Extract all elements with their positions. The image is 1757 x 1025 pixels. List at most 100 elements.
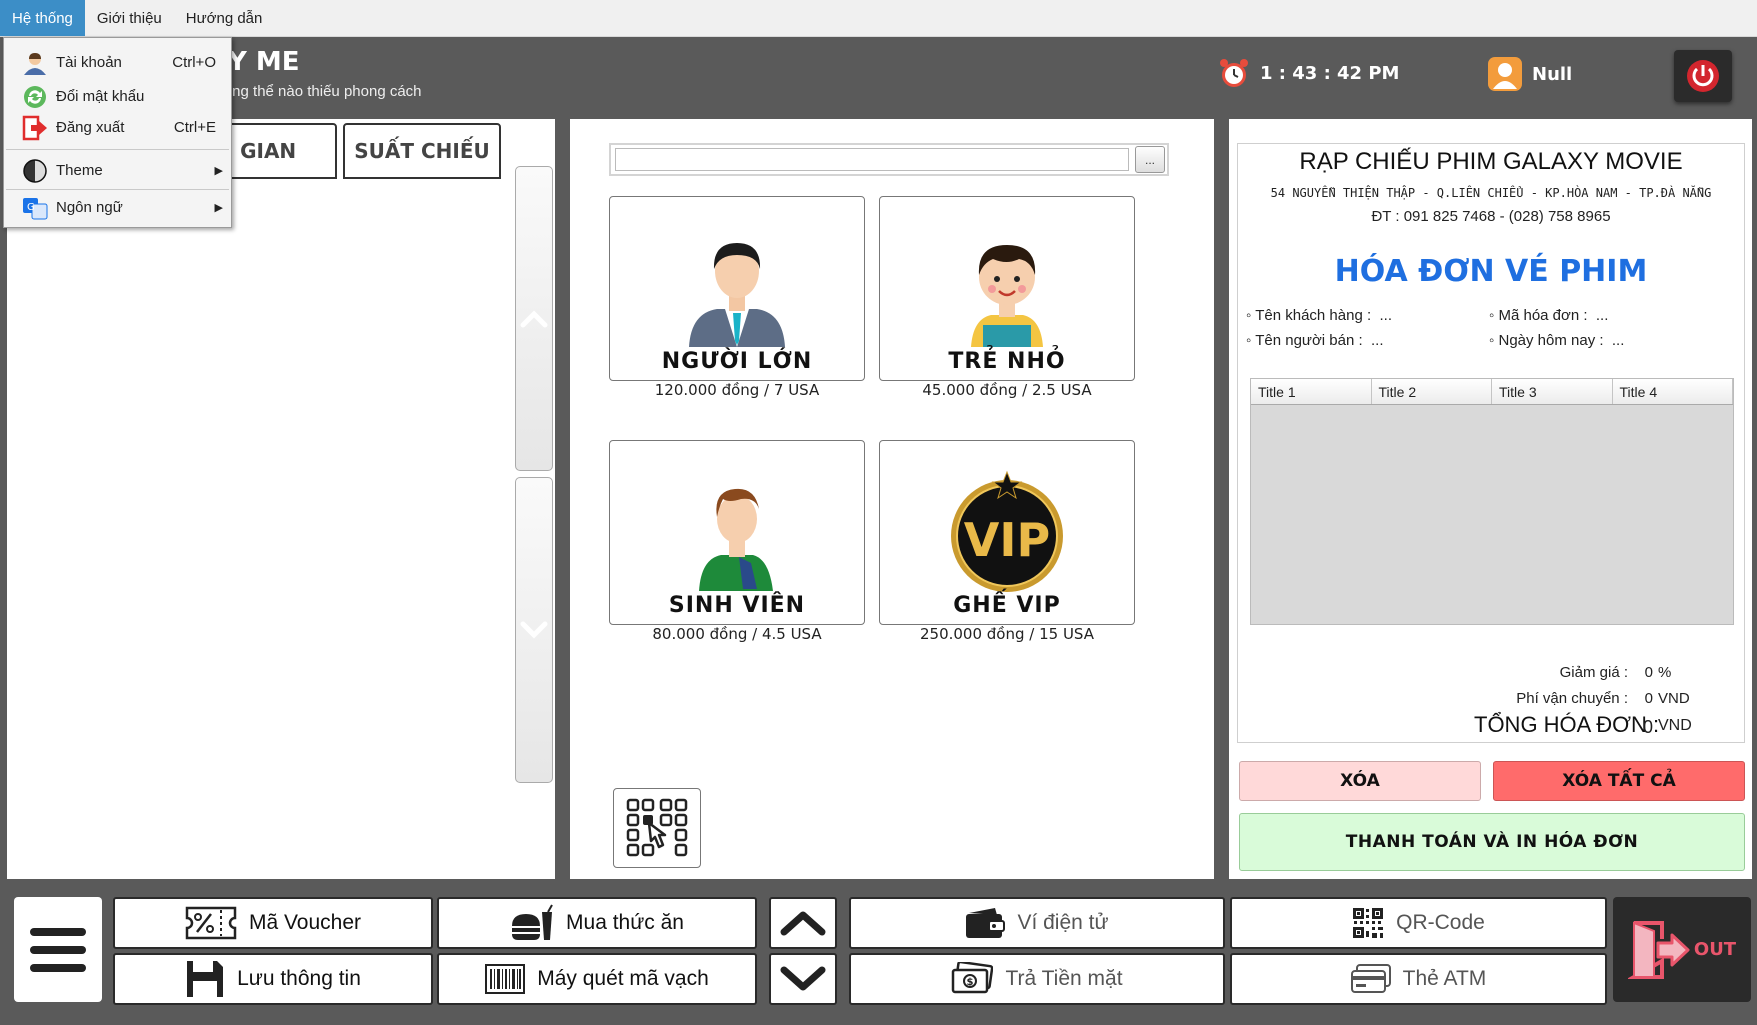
cash-label: Trả Tiền mặt [1005, 967, 1123, 990]
hamburger-icon [30, 927, 86, 936]
food-burger-drink-icon [512, 904, 553, 940]
ticket-panel: ... NGƯỜI LỚN 120.000 đồng / 7 USA TRẺ N… [570, 119, 1214, 879]
chevron-up-icon [520, 309, 548, 327]
svg-text:$: $ [967, 977, 974, 988]
invoice-preview: RẠP CHIẾU PHIM GALAXY MOVIE 54 NGUYỄN TH… [1237, 143, 1745, 743]
buy-food-button[interactable]: Mua thức ăn [437, 897, 757, 949]
voucher-label: Mã Voucher [248, 911, 362, 934]
save-info-button[interactable]: Lưu thông tin [113, 953, 433, 1005]
discount-label: Giảm giá : [1559, 664, 1628, 681]
shipping-value: 0 [1644, 690, 1653, 707]
ticket-price: 80.000 đồng / 4.5 USA [652, 625, 822, 643]
qr-code-button[interactable]: QR-Code [1230, 897, 1607, 949]
seller-name-field: ◦ Tên người bán : ... [1246, 332, 1384, 349]
wallet-icon [966, 908, 1006, 938]
search-input[interactable] [615, 148, 1129, 171]
change-password-icon [24, 86, 46, 108]
chevron-up-icon [780, 911, 826, 936]
save-disk-icon [187, 961, 224, 997]
child-avatar-icon [971, 244, 1043, 347]
wallet-label: Ví điện tử [1017, 911, 1109, 934]
menu-item-theme[interactable]: Theme ▶ [4, 153, 231, 187]
menu-item-ngon-ngu[interactable]: G Ngôn ngữ ▶ [4, 190, 231, 224]
invoice-items-table[interactable]: Title 1 Title 2 Title 3 Title 4 [1250, 378, 1734, 625]
menu-item-dang-xuat[interactable]: Đăng xuất Ctrl+E [4, 110, 231, 144]
student-avatar-icon [699, 488, 773, 591]
menu-gioi-thieu[interactable]: Giới thiệu [85, 0, 174, 36]
scroll-up-bottom-button[interactable] [769, 897, 837, 949]
voucher-button[interactable]: Mã Voucher [113, 897, 433, 949]
customer-name-field: ◦ Tên khách hàng : ... [1246, 307, 1392, 324]
total-unit: VND [1658, 717, 1692, 734]
ticket-price: 45.000 đồng / 2.5 USA [922, 381, 1092, 399]
column-header[interactable]: Title 2 [1372, 379, 1492, 404]
chevron-down-icon [780, 966, 826, 991]
cinema-phone: ĐT : 091 825 7468 - (028) 758 8965 [1371, 208, 1611, 225]
alarm-clock-icon [1220, 59, 1248, 87]
column-header[interactable]: Title 1 [1251, 379, 1372, 404]
cash-payment-button[interactable]: $ Trả Tiền mặt [849, 953, 1225, 1005]
invoice-heading: HÓA ĐƠN VÉ PHIM [1334, 254, 1648, 289]
shipping-unit: VND [1658, 690, 1690, 707]
e-wallet-button[interactable]: Ví điện tử [849, 897, 1225, 949]
scroll-down-button[interactable] [515, 477, 553, 783]
menu-he-thong[interactable]: Hệ thống [0, 0, 85, 36]
ticket-title: SINH VIÊN [668, 593, 806, 618]
total-value: 0 [1642, 717, 1653, 737]
current-user[interactable]: Null [1488, 57, 1572, 91]
submenu-arrow-icon: ▶ [214, 201, 223, 214]
delete-button[interactable]: XÓA [1239, 761, 1481, 801]
exit-label: OUT [1693, 939, 1737, 960]
cash-money-icon: $ [952, 962, 994, 994]
column-header[interactable]: Title 3 [1492, 379, 1613, 404]
adult-avatar-icon [689, 242, 785, 347]
scroll-up-button[interactable] [515, 166, 553, 471]
menu-item-tai-khoan[interactable]: Tài khoản Ctrl+O [4, 45, 231, 79]
chevron-down-icon [520, 621, 548, 639]
atm-card-button[interactable]: Thẻ ATM [1230, 953, 1607, 1005]
clock: 1 : 43 : 42 PM [1218, 57, 1399, 89]
ticket-title: GHẾ VIP [953, 593, 1061, 618]
ticket-price: 250.000 đồng / 15 USA [919, 625, 1094, 643]
ticket-title: NGƯỜI LỚN [661, 349, 813, 374]
search-browse-button[interactable]: ... [1135, 146, 1165, 173]
logout-icon [22, 115, 47, 141]
svg-text:VIP: VIP [964, 513, 1050, 567]
scroll-down-bottom-button[interactable] [769, 953, 837, 1005]
language-icon: G [23, 198, 48, 220]
seat-grid-touch-icon [626, 798, 688, 857]
column-header[interactable]: Title 4 [1613, 379, 1733, 404]
barcode-label: Máy quét mã vạch [537, 967, 709, 990]
user-avatar-icon [1488, 57, 1522, 91]
power-button[interactable] [1674, 50, 1732, 102]
tab-suat-chieu[interactable]: SUẤT CHIẾU [343, 123, 501, 179]
date-field: ◦ Ngày hôm nay : ... [1489, 332, 1625, 349]
schedule-panel: THỜI GIAN SUẤT CHIẾU [7, 119, 555, 879]
ticket-price: 120.000 đồng / 7 USA [654, 381, 820, 399]
invoice-panel: RẠP CHIẾU PHIM GALAXY MOVIE 54 NGUYỄN TH… [1229, 119, 1752, 879]
theme-icon [23, 159, 47, 183]
discount-value: 0 [1644, 664, 1653, 681]
ticket-title: TRẺ NHỎ [948, 349, 1066, 374]
delete-all-button[interactable]: XÓA TẤT CẢ [1493, 761, 1745, 801]
table-header: Title 1 Title 2 Title 3 Title 4 [1251, 379, 1733, 405]
barcode-scanner-button[interactable]: Máy quét mã vạch [437, 953, 757, 1005]
seat-select-button[interactable] [613, 788, 701, 868]
atm-label: Thẻ ATM [1402, 967, 1487, 990]
pay-and-print-button[interactable]: THANH TOÁN VÀ IN HÓA ĐƠN [1239, 813, 1745, 871]
svg-text:G: G [27, 202, 35, 213]
qr-label: QR-Code [1396, 911, 1485, 934]
menu-item-doi-mat-khau[interactable]: Đổi mật khẩu [4, 79, 231, 113]
cinema-name: RẠP CHIẾU PHIM GALAXY MOVIE [1299, 148, 1683, 175]
clock-time: 1 : 43 : 42 PM [1260, 62, 1400, 84]
exit-door-icon [1627, 920, 1690, 979]
menu-huong-dan[interactable]: Hướng dẫn [174, 0, 275, 36]
system-dropdown-menu: Tài khoản Ctrl+O Đổi mật khẩu Đăng xuất … [3, 37, 232, 228]
voucher-ticket-icon [185, 906, 237, 940]
bottom-toolbar: Mã Voucher Mua thức ăn Lưu thông tin Máy… [0, 879, 1757, 1025]
hamburger-menu-button[interactable] [14, 897, 102, 1002]
exit-button[interactable]: OUT [1613, 897, 1751, 1002]
cinema-address: 54 NGUYỄN THIỆN THẬP - Q.LIÊN CHIỂU - KP… [1270, 186, 1712, 200]
discount-unit: % [1658, 664, 1672, 681]
save-label: Lưu thông tin [237, 967, 361, 990]
